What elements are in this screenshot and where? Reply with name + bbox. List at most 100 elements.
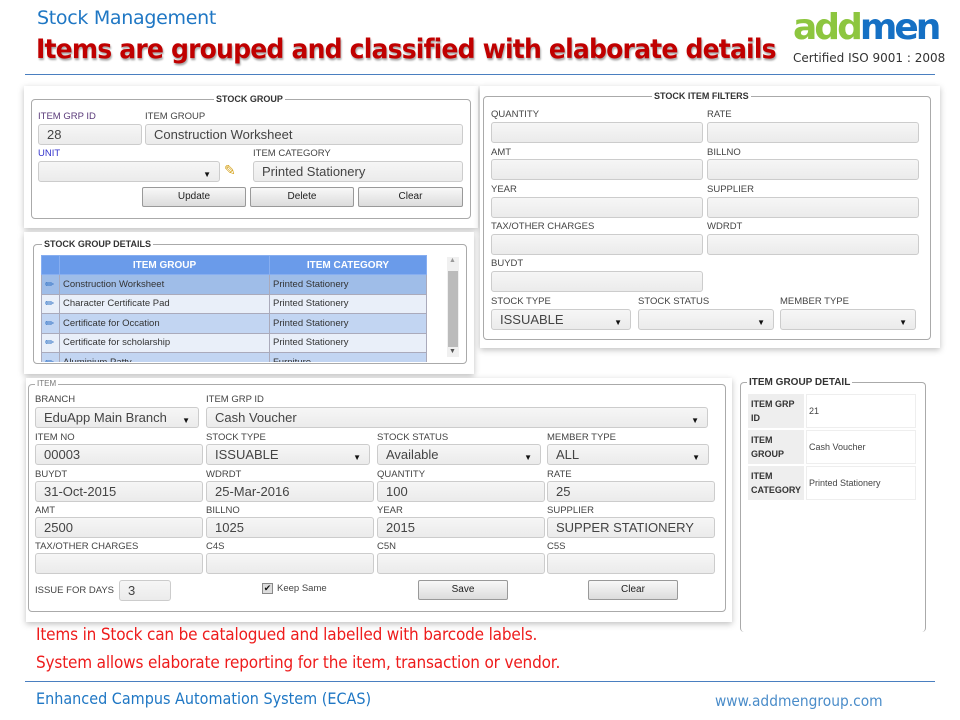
item-legend: ITEM bbox=[35, 379, 59, 388]
scroll-down-arrow-icon[interactable]: ▼ bbox=[449, 348, 456, 355]
year-input[interactable]: 2015 bbox=[377, 517, 545, 538]
filter-wdrdt-label: WDRDT bbox=[707, 221, 743, 232]
billno-label: BILLNO bbox=[206, 505, 240, 516]
scroll-thumb[interactable] bbox=[448, 271, 458, 347]
keep-same-checkbox[interactable]: ✔ bbox=[262, 583, 273, 594]
table-row[interactable]: ✏ Construction Worksheet Printed Station… bbox=[41, 274, 427, 295]
update-button[interactable]: Update bbox=[142, 187, 246, 207]
filter-rate-input[interactable] bbox=[707, 122, 919, 143]
quantity-input[interactable]: 100 bbox=[377, 481, 545, 502]
item-no-input[interactable]: 00003 bbox=[35, 444, 203, 465]
stock-group-legend: STOCK GROUP bbox=[214, 94, 285, 104]
pencil-edit-icon[interactable]: ✏ bbox=[45, 298, 54, 310]
table-row[interactable]: ✏ Character Certificate Pad Printed Stat… bbox=[41, 293, 427, 314]
tax-input[interactable] bbox=[35, 553, 203, 574]
filter-amt-label: AMT bbox=[491, 147, 512, 158]
detail-key: ITEM CATEGORY bbox=[748, 466, 804, 500]
item-form-screenshot: ITEM BRANCH EduApp Main Branch ITEM GRP … bbox=[26, 378, 732, 622]
rate-input[interactable]: 25 bbox=[547, 481, 715, 502]
item-no-label: ITEM NO bbox=[35, 432, 75, 443]
filter-buydt-input[interactable] bbox=[491, 271, 703, 292]
c4s-label: C4S bbox=[206, 541, 225, 552]
pencil-edit-icon[interactable]: ✏ bbox=[45, 279, 54, 291]
filter-stock-status-select[interactable] bbox=[638, 309, 774, 330]
stock-group-screenshot: STOCK GROUP ITEM GRP ID 28 ITEM GROUP Co… bbox=[24, 86, 478, 228]
filter-tax-input[interactable] bbox=[491, 234, 703, 255]
item-grp-id-input[interactable]: 28 bbox=[38, 124, 142, 145]
item-grp-id-select[interactable]: Cash Voucher bbox=[206, 407, 708, 428]
filter-member-type-select[interactable] bbox=[780, 309, 916, 330]
member-type-label: MEMBER TYPE bbox=[547, 432, 616, 443]
row-item-group: Certificate for Occation bbox=[59, 313, 270, 334]
pencil-edit-icon[interactable]: ✏ bbox=[45, 357, 54, 362]
save-button[interactable]: Save bbox=[418, 580, 508, 600]
filter-stock-type-select[interactable]: ISSUABLE bbox=[491, 309, 631, 330]
wdrdt-input[interactable]: 25-Mar-2016 bbox=[206, 481, 374, 502]
filter-supplier-label: SUPPLIER bbox=[707, 184, 754, 195]
header-divider bbox=[25, 74, 935, 75]
unit-select[interactable] bbox=[38, 161, 220, 182]
item-group-detail-table: ITEM GRP ID 21 ITEM GROUP Cash Voucher I… bbox=[746, 392, 918, 502]
c5s-label: C5S bbox=[547, 541, 566, 552]
issue-days-input[interactable]: 3 bbox=[119, 580, 171, 601]
filter-amt-input[interactable] bbox=[491, 159, 703, 180]
detail-value: Cash Voucher bbox=[806, 430, 916, 464]
page-headline: Items are grouped and classified with el… bbox=[36, 34, 777, 65]
edit-unit-icon[interactable]: ✎ bbox=[224, 162, 236, 179]
filter-billno-input[interactable] bbox=[707, 159, 919, 180]
filter-stock-type-label: STOCK TYPE bbox=[491, 296, 551, 307]
c5s-input[interactable] bbox=[547, 553, 715, 574]
buydt-input[interactable]: 31-Oct-2015 bbox=[35, 481, 203, 502]
filter-wdrdt-input[interactable] bbox=[707, 234, 919, 255]
stock-group-details-screenshot: STOCK GROUP DETAILS ITEM GROUP ITEM CATE… bbox=[24, 232, 474, 374]
pencil-edit-icon[interactable]: ✏ bbox=[45, 337, 54, 349]
table-row[interactable]: ✏ Certificate for scholarship Printed St… bbox=[41, 332, 427, 353]
amt-input[interactable]: 2500 bbox=[35, 517, 203, 538]
footer-divider bbox=[25, 681, 935, 682]
rate-label: RATE bbox=[547, 469, 572, 480]
filter-year-input[interactable] bbox=[491, 197, 703, 218]
billno-input[interactable]: 1025 bbox=[206, 517, 374, 538]
clear-group-button[interactable]: Clear bbox=[358, 187, 463, 207]
filter-supplier-input[interactable] bbox=[707, 197, 919, 218]
keep-same-label: Keep Same bbox=[277, 583, 327, 594]
branch-select[interactable]: EduApp Main Branch bbox=[35, 407, 199, 428]
member-type-select[interactable]: ALL bbox=[547, 444, 709, 465]
item-group-detail-legend: ITEM GROUP DETAIL bbox=[747, 377, 853, 388]
item-group-column-header[interactable]: ITEM GROUP bbox=[59, 255, 270, 275]
stock-item-filters-legend: STOCK ITEM FILTERS bbox=[652, 91, 751, 101]
row-item-category: Furniture bbox=[269, 352, 427, 362]
delete-button[interactable]: Delete bbox=[250, 187, 354, 207]
filter-quantity-input[interactable] bbox=[491, 122, 703, 143]
item-category-label: ITEM CATEGORY bbox=[253, 148, 331, 159]
pencil-edit-icon[interactable]: ✏ bbox=[45, 318, 54, 330]
row-item-category: Printed Stationery bbox=[269, 274, 427, 295]
item-category-input[interactable]: Printed Stationery bbox=[253, 161, 463, 182]
row-item-category: Printed Stationery bbox=[269, 313, 427, 334]
footer-website-link[interactable]: www.addmengroup.com bbox=[715, 692, 883, 710]
table-row[interactable]: ✏ Certificate for Occation Printed Stati… bbox=[41, 313, 427, 334]
supplier-input[interactable]: SUPPER STATIONERY bbox=[547, 517, 715, 538]
item-grp-id-label: ITEM GRP ID bbox=[38, 111, 96, 122]
bullet-line-2: System allows elaborate reporting for th… bbox=[36, 653, 561, 673]
logo-part-add: add bbox=[793, 7, 863, 48]
row-item-category: Printed Stationery bbox=[269, 332, 427, 353]
stock-type-select[interactable]: ISSUABLE bbox=[206, 444, 370, 465]
detail-key: ITEM GRP ID bbox=[748, 394, 804, 428]
row-item-group: Construction Worksheet bbox=[59, 274, 270, 295]
item-category-column-header[interactable]: ITEM CATEGORY bbox=[269, 255, 427, 275]
filter-tax-label: TAX/OTHER CHARGES bbox=[491, 221, 595, 232]
scroll-up-arrow-icon[interactable]: ▲ bbox=[449, 257, 456, 264]
grid-scrollbar[interactable]: ▲ ▼ bbox=[447, 257, 459, 357]
detail-value: Printed Stationery bbox=[806, 466, 916, 500]
stock-group-details-panel: STOCK GROUP DETAILS ITEM GROUP ITEM CATE… bbox=[33, 239, 467, 364]
clear-item-button[interactable]: Clear bbox=[588, 580, 678, 600]
detail-value: 21 bbox=[806, 394, 916, 428]
table-row[interactable]: ✏ Aluminium Patty Furniture bbox=[41, 352, 427, 362]
filter-buydt-label: BUYDT bbox=[491, 258, 524, 269]
wdrdt-label: WDRDT bbox=[206, 469, 242, 480]
item-group-input[interactable]: Construction Worksheet bbox=[145, 124, 463, 145]
c4s-input[interactable] bbox=[206, 553, 374, 574]
c5n-input[interactable] bbox=[377, 553, 545, 574]
stock-status-select[interactable]: Available bbox=[377, 444, 541, 465]
